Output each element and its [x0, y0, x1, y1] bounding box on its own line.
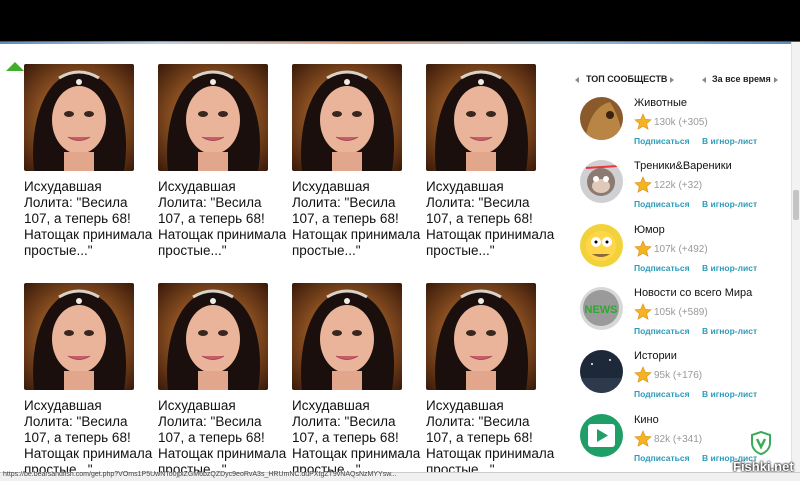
- star-icon: [634, 366, 652, 384]
- prev-arrow-icon[interactable]: [575, 77, 579, 83]
- community-count: 107k (+492): [654, 243, 708, 255]
- article-thumbnail[interactable]: [24, 283, 134, 390]
- ignore-link[interactable]: В игнор-лист: [702, 389, 757, 399]
- article-card[interactable]: Исхудавшая Лолита: "Весила 107, а теперь…: [426, 64, 556, 259]
- article-thumbnail[interactable]: [292, 283, 402, 390]
- svg-text:NEWS: NEWS: [585, 304, 618, 316]
- article-title[interactable]: Исхудавшая Лолита: "Весила 107, а теперь…: [426, 179, 556, 259]
- article-thumbnail[interactable]: [426, 283, 536, 390]
- subscribe-link[interactable]: Подписаться: [634, 389, 690, 399]
- community-item: Истории 95k (+176) Подписаться В игнор-лист: [575, 350, 785, 410]
- header-decoration: [0, 41, 800, 44]
- community-name[interactable]: Истории: [634, 350, 677, 362]
- article-title[interactable]: Исхудавшая Лолита: "Весила 107, а теперь…: [426, 398, 556, 478]
- ignore-link[interactable]: В игнор-лист: [702, 263, 757, 273]
- star-icon: [634, 113, 652, 131]
- period-prev-arrow-icon[interactable]: [702, 77, 706, 83]
- scroll-to-top-arrow-icon[interactable]: [6, 62, 24, 71]
- sidebar-title: ТОП СООБЩЕСТВ: [586, 74, 668, 84]
- article-card[interactable]: Исхудавшая Лолита: "Весила 107, а теперь…: [158, 283, 288, 478]
- article-thumbnail[interactable]: [426, 64, 536, 171]
- article-card[interactable]: Исхудавшая Лолита: "Весила 107, а теперь…: [292, 283, 422, 478]
- article-card[interactable]: Исхудавшая Лолита: "Весила 107, а теперь…: [24, 64, 154, 259]
- star-icon: [634, 176, 652, 194]
- community-name[interactable]: Треники&Вареники: [634, 160, 732, 172]
- community-item: Юмор 107k (+492) Подписаться В игнор-лист: [575, 223, 785, 284]
- sidebar-header: ТОП СООБЩЕСТВ За все время: [575, 72, 780, 90]
- community-name[interactable]: Юмор: [634, 224, 665, 236]
- star-icon: [634, 239, 652, 258]
- community-name[interactable]: Новости со всего Мира: [634, 287, 752, 299]
- news-avatar[interactable]: NEWS: [580, 286, 623, 330]
- article-title[interactable]: Исхудавшая Лолита: "Весила 107, а теперь…: [158, 398, 288, 478]
- community-name[interactable]: Животные: [634, 97, 687, 109]
- article-thumbnail[interactable]: [24, 64, 134, 171]
- animals-avatar[interactable]: [580, 97, 623, 140]
- status-url: https://be.bearsandfish.com/get.php?VOms…: [3, 471, 397, 478]
- article-card[interactable]: Исхудавшая Лолита: "Весила 107, а теперь…: [426, 283, 556, 478]
- top-communities-sidebar: ТОП СООБЩЕСТВ За все время Животные 130k …: [575, 72, 780, 463]
- community-item: Треники&Вареники 122k (+32) Подписаться В и…: [575, 160, 785, 220]
- article-title[interactable]: Исхудавшая Лолита: "Весила 107, а теперь…: [292, 398, 422, 478]
- article-thumbnail[interactable]: [292, 64, 402, 171]
- ignore-link[interactable]: В игнор-лист: [702, 326, 757, 336]
- next-arrow-icon[interactable]: [670, 77, 674, 83]
- cartoon-avatar[interactable]: [580, 223, 623, 267]
- community-name[interactable]: Кино: [634, 414, 659, 426]
- night-sky-avatar[interactable]: [580, 350, 623, 394]
- community-item: NEWS Новости со всего Мира 105k (+589) Подп…: [575, 286, 785, 347]
- period-next-arrow-icon[interactable]: [774, 77, 778, 83]
- ignore-link[interactable]: В игнор-лист: [702, 136, 757, 146]
- subscribe-link[interactable]: Подписаться: [634, 199, 690, 209]
- community-count: 105k (+589): [654, 306, 708, 318]
- article-thumbnail[interactable]: [158, 64, 268, 171]
- monkey-avatar[interactable]: [580, 160, 623, 204]
- ignore-link[interactable]: В игнор-лист: [702, 199, 757, 209]
- subscribe-link[interactable]: Подписаться: [634, 263, 690, 273]
- film-avatar[interactable]: [580, 413, 623, 457]
- article-title[interactable]: Исхудавшая Лолита: "Весила 107, а теперь…: [24, 398, 154, 478]
- shield-icon: [750, 430, 772, 456]
- subscribe-link[interactable]: Подписаться: [634, 136, 690, 146]
- article-card[interactable]: Исхудавшая Лолита: "Весила 107, а теперь…: [24, 283, 154, 478]
- community-count: 82k (+341): [654, 433, 703, 445]
- community-count: 122k (+32): [654, 180, 703, 192]
- scrollbar-thumb[interactable]: [793, 190, 799, 220]
- article-title[interactable]: Исхудавшая Лолита: "Весила 107, а теперь…: [24, 179, 154, 259]
- scrollbar[interactable]: [791, 42, 800, 472]
- article-card[interactable]: Исхудавшая Лолита: "Весила 107, а теперь…: [292, 64, 422, 259]
- community-count: 95k (+176): [654, 370, 703, 382]
- article-title[interactable]: Исхудавшая Лолита: "Весила 107, а теперь…: [292, 179, 422, 259]
- community-item: Животные 130k (+305) Подписаться В игнор-ли…: [575, 97, 785, 157]
- period-label[interactable]: За все время: [712, 74, 771, 84]
- star-icon: [634, 303, 652, 321]
- article-thumbnail[interactable]: [158, 283, 268, 390]
- article-title[interactable]: Исхудавшая Лолита: "Весила 107, а теперь…: [158, 179, 288, 259]
- subscribe-link[interactable]: Подписаться: [634, 326, 690, 336]
- subscribe-link[interactable]: Подписаться: [634, 453, 690, 463]
- article-card[interactable]: Исхудавшая Лолита: "Весила 107, а теперь…: [158, 64, 288, 259]
- community-count: 130k (+305): [654, 117, 708, 128]
- star-icon: [634, 429, 652, 448]
- top-black-bar: [0, 0, 800, 44]
